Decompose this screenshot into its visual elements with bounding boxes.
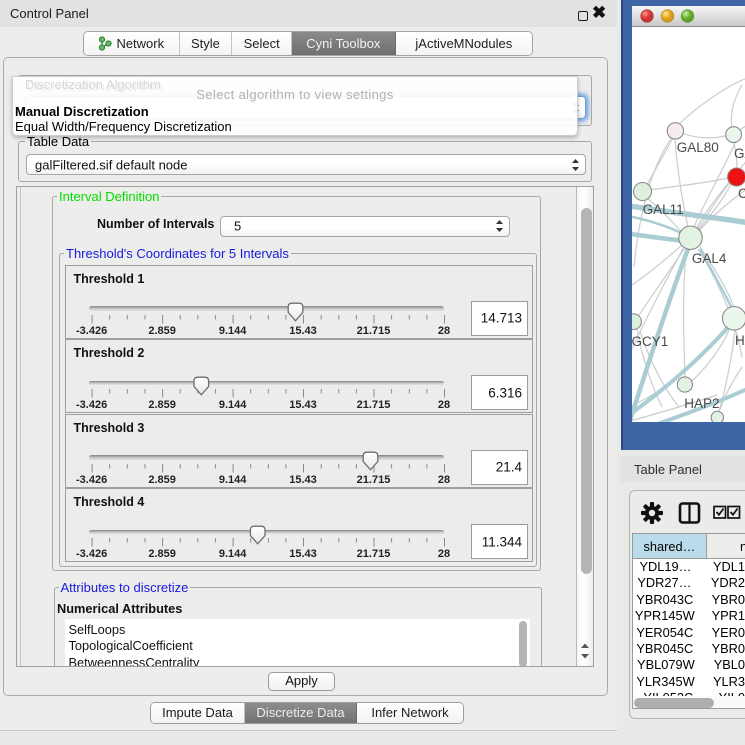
svg-text:GAL11: GAL11 — [643, 202, 684, 217]
svg-text:GCY1: GCY1 — [632, 334, 668, 349]
svg-text:HA: HA — [735, 333, 745, 348]
svg-text:C: C — [738, 186, 745, 201]
svg-text:GAL4: GAL4 — [692, 251, 727, 266]
svg-text:HAP2: HAP2 — [684, 396, 719, 411]
svg-text:GAL80: GAL80 — [677, 140, 719, 155]
svg-text:GA: GA — [734, 146, 745, 161]
